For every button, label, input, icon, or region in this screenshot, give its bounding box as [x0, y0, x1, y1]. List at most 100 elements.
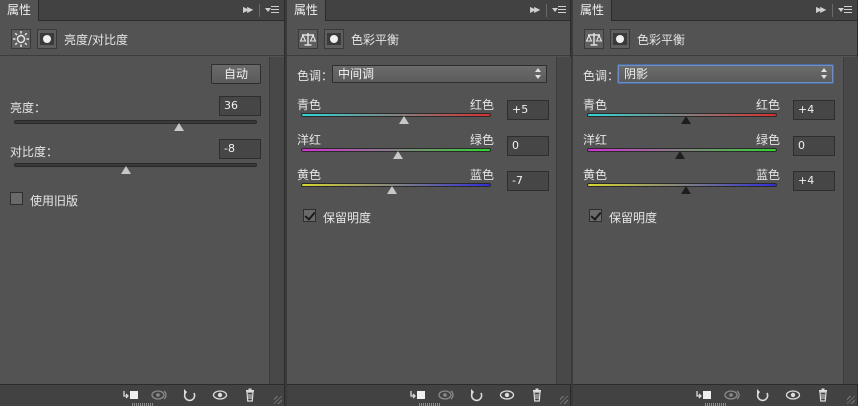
view-previous-icon[interactable] — [723, 388, 743, 404]
panel-menu-icon[interactable] — [838, 4, 854, 16]
tab-divider — [546, 4, 547, 17]
panel-tab-bar: 属性 ▶▶ — [287, 0, 570, 21]
collapse-panel-icon[interactable]: ▶▶ — [530, 5, 540, 14]
tab-divider — [832, 4, 833, 17]
select-arrows-icon — [821, 68, 828, 80]
magenta-green-input[interactable]: 0 — [793, 136, 835, 156]
resize-grip[interactable] — [274, 396, 282, 404]
brightness-slider-thumb[interactable] — [174, 123, 185, 131]
magenta-green-slider-thumb[interactable] — [675, 151, 686, 159]
tone-select-value: 阴影 — [624, 67, 649, 81]
contrast-slider-track[interactable] — [14, 163, 257, 167]
tab-properties[interactable]: 属性 — [287, 0, 327, 21]
use-legacy-checkbox[interactable] — [10, 192, 23, 205]
contrast-label: 对比度： — [10, 145, 59, 159]
green-label: 绿色 — [470, 133, 495, 147]
reset-icon[interactable] — [467, 388, 487, 404]
trash-icon[interactable] — [813, 388, 833, 404]
clip-to-layer-icon[interactable] — [120, 388, 140, 404]
preserve-luminosity-label: 保留明度 — [609, 211, 658, 225]
panel-menu-icon[interactable] — [552, 4, 568, 16]
visibility-eye-icon[interactable] — [497, 388, 517, 404]
balance-scale-icon — [298, 29, 318, 49]
preserve-luminosity-checkbox[interactable] — [303, 209, 316, 222]
cyan-red-input[interactable]: +4 — [793, 100, 835, 120]
collapse-panel-icon[interactable]: ▶▶ — [816, 5, 826, 14]
brightness-input[interactable]: 36 — [219, 96, 261, 116]
use-legacy-label: 使用旧版 — [30, 194, 79, 208]
panel-tab-bar: 属性 ▶▶ — [0, 0, 284, 21]
properties-panel-color-balance-midtones: 属性 ▶▶ 色彩平衡 色调： 中间调 青色 红色 +5 洋红 绿色 0 黄色 蓝… — [287, 0, 571, 406]
cyan-red-slider-thumb[interactable] — [398, 116, 409, 124]
view-previous-icon[interactable] — [150, 388, 170, 404]
green-label: 绿色 — [756, 133, 781, 147]
view-previous-icon[interactable] — [437, 388, 457, 404]
adjustment-header: 亮度/对比度 — [0, 22, 284, 56]
tab-properties[interactable]: 属性 — [573, 0, 613, 21]
trash-icon[interactable] — [527, 388, 547, 404]
cyan-red-slider-track[interactable] — [301, 113, 491, 117]
yellow-blue-slider-thumb[interactable] — [680, 186, 691, 194]
panel-tab-bar: 属性 ▶▶ — [573, 0, 857, 21]
contrast-input[interactable]: -8 — [219, 139, 261, 159]
select-arrows-icon — [535, 68, 542, 80]
panel-menu-icon[interactable] — [265, 4, 281, 16]
adjustment-title: 色彩平衡 — [351, 33, 400, 47]
magenta-label: 洋红 — [583, 133, 608, 147]
panel-footer — [573, 384, 857, 406]
magenta-label: 洋红 — [297, 133, 322, 147]
panel-body: 自动 亮度： 36 对比度： -8 使用旧版 — [0, 57, 269, 384]
tab-properties[interactable]: 属性 — [0, 0, 40, 21]
tone-select[interactable]: 中间调 — [332, 65, 547, 83]
layer-mask-icon[interactable] — [324, 29, 344, 49]
yellow-label: 黄色 — [583, 168, 608, 182]
preserve-luminosity-label: 保留明度 — [323, 211, 372, 225]
panel-body: 色调： 中间调 青色 红色 +5 洋红 绿色 0 黄色 蓝色 -7 保留明度 — [287, 57, 556, 384]
yellow-label: 黄色 — [297, 168, 322, 182]
adjustment-title: 亮度/对比度 — [64, 33, 129, 47]
panel-footer — [0, 384, 284, 406]
reset-icon[interactable] — [180, 388, 200, 404]
blue-label: 蓝色 — [470, 168, 495, 182]
brightness-slider-track[interactable] — [14, 120, 257, 124]
tab-divider — [259, 4, 260, 17]
brightness-sun-icon — [11, 29, 31, 49]
reset-icon[interactable] — [753, 388, 773, 404]
panel-scrollbar[interactable] — [556, 57, 571, 384]
adjustment-header: 色彩平衡 — [287, 22, 570, 56]
auto-button[interactable]: 自动 — [211, 64, 261, 84]
yellow-blue-input[interactable]: -7 — [507, 171, 549, 191]
resize-grip[interactable] — [847, 396, 855, 404]
tone-select[interactable]: 阴影 — [618, 65, 833, 83]
collapse-panel-icon[interactable]: ▶▶ — [243, 5, 253, 14]
resize-grip[interactable] — [560, 396, 568, 404]
cyan-red-slider-thumb[interactable] — [680, 116, 691, 124]
layer-mask-icon[interactable] — [37, 29, 57, 49]
clip-to-layer-icon[interactable] — [693, 388, 713, 404]
visibility-eye-icon[interactable] — [210, 388, 230, 404]
magenta-green-input[interactable]: 0 — [507, 136, 549, 156]
tone-label: 色调： — [583, 69, 620, 83]
layer-mask-icon[interactable] — [610, 29, 630, 49]
cyan-label: 青色 — [297, 98, 322, 112]
yellow-blue-slider-thumb[interactable] — [387, 186, 398, 194]
brightness-label: 亮度： — [10, 101, 47, 115]
trash-icon[interactable] — [240, 388, 260, 404]
properties-panel-color-balance-shadows: 属性 ▶▶ 色彩平衡 色调： 阴影 青色 红色 +4 洋红 绿色 0 黄色 蓝色… — [573, 0, 858, 406]
contrast-slider-thumb[interactable] — [120, 166, 131, 174]
panel-scrollbar[interactable] — [843, 57, 858, 384]
magenta-green-slider-thumb[interactable] — [392, 151, 403, 159]
clip-to-layer-icon[interactable] — [407, 388, 427, 404]
balance-scale-icon — [584, 29, 604, 49]
panel-footer — [287, 384, 570, 406]
tone-select-value: 中间调 — [338, 67, 375, 81]
blue-label: 蓝色 — [756, 168, 781, 182]
tone-label: 色调： — [297, 69, 334, 83]
panel-scrollbar[interactable] — [269, 57, 284, 384]
adjustment-header: 色彩平衡 — [573, 22, 857, 56]
yellow-blue-input[interactable]: +4 — [793, 171, 835, 191]
red-label: 红色 — [470, 98, 495, 112]
visibility-eye-icon[interactable] — [783, 388, 803, 404]
preserve-luminosity-checkbox[interactable] — [589, 209, 602, 222]
cyan-red-input[interactable]: +5 — [507, 100, 549, 120]
